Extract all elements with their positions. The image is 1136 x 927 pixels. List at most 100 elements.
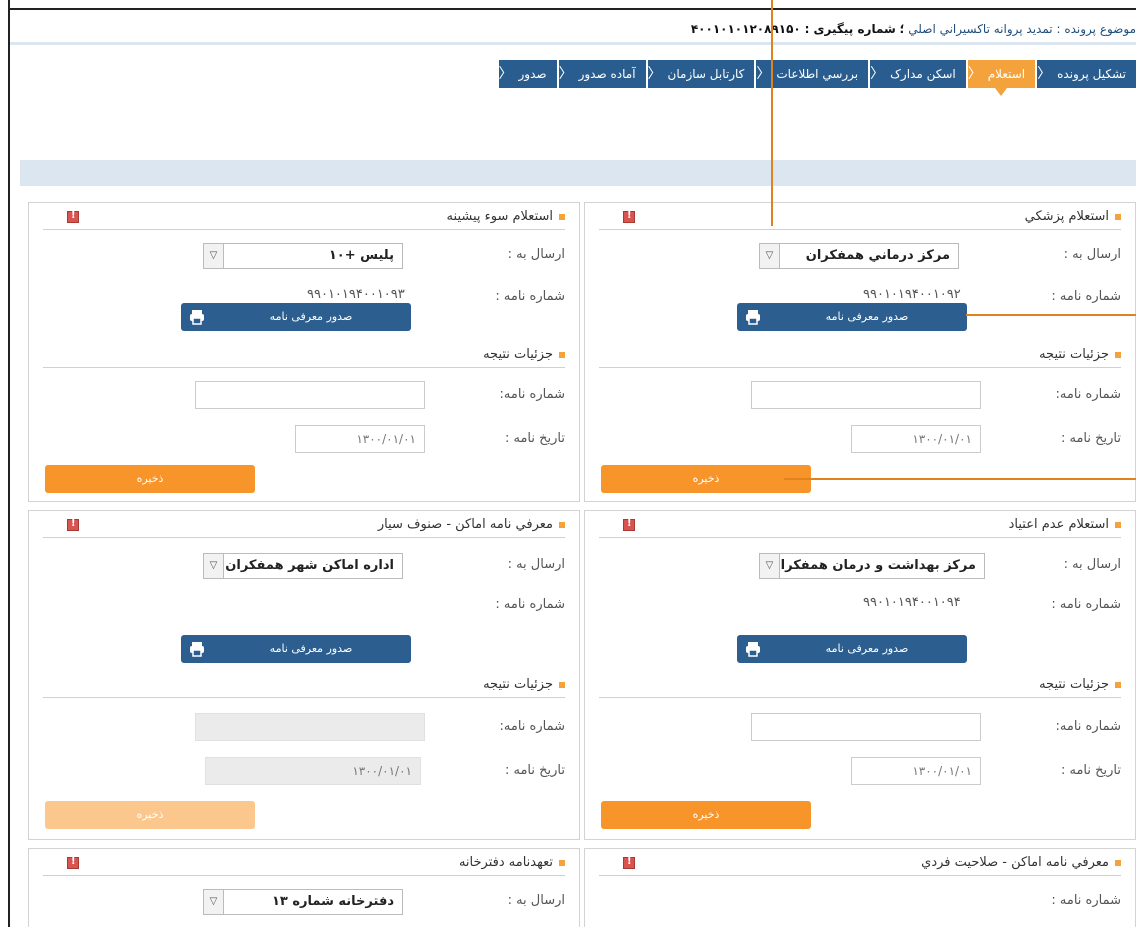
- panel-title: معرفي نامه اماكن - صنوف سیار: [378, 517, 565, 532]
- date-value: ۱۳۰۰/۰۱/۰۱: [912, 764, 972, 778]
- printer-icon: [190, 310, 204, 325]
- save-button[interactable]: ذخیره: [601, 465, 811, 493]
- letter-date-label: تاریخ نامه :: [504, 763, 565, 778]
- letter-no-value: ۹۹۰۱۰۱۹۴۰۰۱۰۹۳: [307, 287, 405, 302]
- tracking-label: شماره پیگیری :: [804, 22, 896, 36]
- case-header: موضوع پرونده : تمدید پروانه تاکسيراني اص…: [690, 22, 1136, 36]
- error-icon[interactable]: [623, 856, 635, 869]
- button-label: صدور معرفی نامه: [825, 310, 909, 323]
- step-label: صدور: [512, 60, 557, 88]
- step-label: کارتابل سازمان: [661, 60, 755, 88]
- chevron-down-icon: ▽: [204, 554, 224, 578]
- issue-letter-button[interactable]: صدور معرفی نامه: [737, 635, 967, 663]
- letter-no-label: شماره نامه :: [1051, 289, 1121, 304]
- result-letter-no-label: شماره نامه:: [499, 719, 565, 734]
- send-to-select[interactable]: دفترخانه شماره ۱۳ ▽: [203, 889, 403, 915]
- letter-no-value: ۹۹۰۱۰۱۹۴۰۰۱۰۹۴: [863, 595, 961, 610]
- error-icon[interactable]: [623, 518, 635, 531]
- printer-icon: [190, 642, 204, 657]
- send-to-select[interactable]: پلیس +۱۰ ▽: [203, 243, 403, 269]
- chevron-right-icon: 〉: [647, 60, 662, 88]
- step-ready-to-issue[interactable]: آماده صدور 〉: [558, 60, 646, 88]
- step-scan-documents[interactable]: اسکن مدارک 〉: [870, 60, 966, 88]
- send-to-value: اداره اماکن شهر همفکران: [225, 558, 394, 573]
- step-label: اسکن مدارک: [884, 60, 966, 88]
- send-to-value: پلیس +۱۰: [328, 248, 394, 263]
- issue-letter-button[interactable]: صدور معرفی نامه: [181, 303, 411, 331]
- subject-value: تمدید پروانه تاکسيراني اصلي: [908, 22, 1053, 36]
- divider: [43, 229, 565, 230]
- divider: [599, 229, 1121, 230]
- letter-no-label: شماره نامه :: [1051, 597, 1121, 612]
- step-org-inbox[interactable]: کارتابل سازمان 〉: [647, 60, 755, 88]
- panel-title: استعلام سوء پیشینه: [447, 209, 565, 224]
- chevron-right-icon: 〉: [756, 60, 771, 88]
- chevron-right-icon: 〉: [558, 60, 573, 88]
- printer-icon: [746, 310, 760, 325]
- result-letter-no-input[interactable]: [195, 381, 425, 409]
- tracking-value: ۴۰۰۱۰۱۰۱۲۰۸۹۱۵۰: [690, 22, 801, 36]
- chevron-down-icon: ▽: [760, 244, 780, 268]
- chevron-down-icon: ▽: [204, 244, 224, 268]
- letter-date-label: تاریخ نامه :: [1060, 431, 1121, 446]
- result-letter-no-input[interactable]: [751, 713, 981, 741]
- save-button[interactable]: ذخیره: [45, 465, 255, 493]
- panel-title: معرفي نامه اماكن - صلاحیت فردي: [921, 855, 1121, 870]
- letter-no-label: شماره نامه :: [1051, 893, 1121, 908]
- result-letter-no-input: [195, 713, 425, 741]
- letter-date-input[interactable]: ۱۳۰۰/۰۱/۰۱: [851, 425, 981, 453]
- printer-icon: [746, 642, 760, 657]
- letter-date-input[interactable]: ۱۳۰۰/۰۱/۰۱: [851, 757, 981, 785]
- send-to-value: مرکز بهداشت و درمان همفکران: [769, 558, 976, 573]
- divider: [43, 697, 565, 698]
- result-details-title: جزئیات نتیجه: [1039, 677, 1121, 692]
- send-to-select[interactable]: مرکز درماني همفکران ▽: [759, 243, 959, 269]
- error-icon[interactable]: [623, 210, 635, 223]
- step-issue[interactable]: صدور 〉: [498, 60, 557, 88]
- divider: [43, 537, 565, 538]
- issue-letter-button[interactable]: صدور معرفی نامه: [737, 303, 967, 331]
- step-label: تشکیل پرونده: [1051, 60, 1136, 88]
- button-label: صدور معرفی نامه: [269, 642, 353, 655]
- panel-title: استعلام پزشکي: [1025, 209, 1121, 224]
- annotation-line: [784, 478, 1136, 480]
- send-to-select[interactable]: اداره اماکن شهر همفکران ▽: [203, 553, 403, 579]
- result-letter-no-input[interactable]: [751, 381, 981, 409]
- send-to-label: ارسال به :: [507, 247, 565, 262]
- letter-no-value: ۹۹۰۱۰۱۹۴۰۰۱۰۹۲: [863, 287, 961, 302]
- divider: [599, 697, 1121, 698]
- send-to-label: ارسال به :: [507, 893, 565, 908]
- chevron-right-icon: 〉: [1037, 60, 1052, 88]
- chevron-right-icon: 〉: [967, 60, 982, 88]
- save-button[interactable]: ذخیره: [601, 801, 811, 829]
- result-letter-no-label: شماره نامه:: [499, 387, 565, 402]
- send-to-select[interactable]: مرکز بهداشت و درمان همفکران ▽: [759, 553, 985, 579]
- error-icon[interactable]: [67, 856, 79, 869]
- step-create-case[interactable]: تشکیل پرونده 〉: [1037, 60, 1136, 88]
- chevron-down-icon: ▽: [204, 890, 224, 914]
- letter-date-input[interactable]: ۱۳۰۰/۰۱/۰۱: [295, 425, 425, 453]
- divider: [599, 367, 1121, 368]
- panel-addiction-inquiry: استعلام عدم اعتیاد ارسال به : مرکز بهداش…: [584, 510, 1136, 840]
- result-letter-no-label: شماره نامه:: [1055, 719, 1121, 734]
- panel-title: تعهدنامه دفترخانه: [459, 855, 565, 870]
- result-details-title: جزئیات نتیجه: [1039, 347, 1121, 362]
- step-inquiry[interactable]: استعلام 〉: [967, 60, 1036, 96]
- divider: [43, 875, 565, 876]
- panel-notary-undertaking: تعهدنامه دفترخانه ارسال به : دفترخانه شم…: [28, 848, 580, 927]
- step-review-info[interactable]: بررسي اطلاعات 〉: [756, 60, 869, 88]
- step-label: استعلام: [981, 60, 1036, 88]
- workflow-steps: تشکیل پرونده 〉 استعلام 〉 اسکن مدارک 〉 بر…: [497, 60, 1136, 96]
- error-icon[interactable]: [67, 210, 79, 223]
- date-value: ۱۳۰۰/۰۱/۰۱: [352, 764, 412, 778]
- button-label: صدور معرفی نامه: [825, 642, 909, 655]
- letter-date-label: تاریخ نامه :: [1060, 763, 1121, 778]
- step-label: بررسي اطلاعات: [770, 60, 869, 88]
- letter-date-label: تاریخ نامه :: [504, 431, 565, 446]
- button-label: صدور معرفی نامه: [269, 310, 353, 323]
- letter-no-label: شماره نامه :: [495, 289, 565, 304]
- error-icon[interactable]: [67, 518, 79, 531]
- issue-letter-button[interactable]: صدور معرفی نامه: [181, 635, 411, 663]
- divider: [43, 367, 565, 368]
- panel-places-mobile-trades: معرفي نامه اماكن - صنوف سیار ارسال به : …: [28, 510, 580, 840]
